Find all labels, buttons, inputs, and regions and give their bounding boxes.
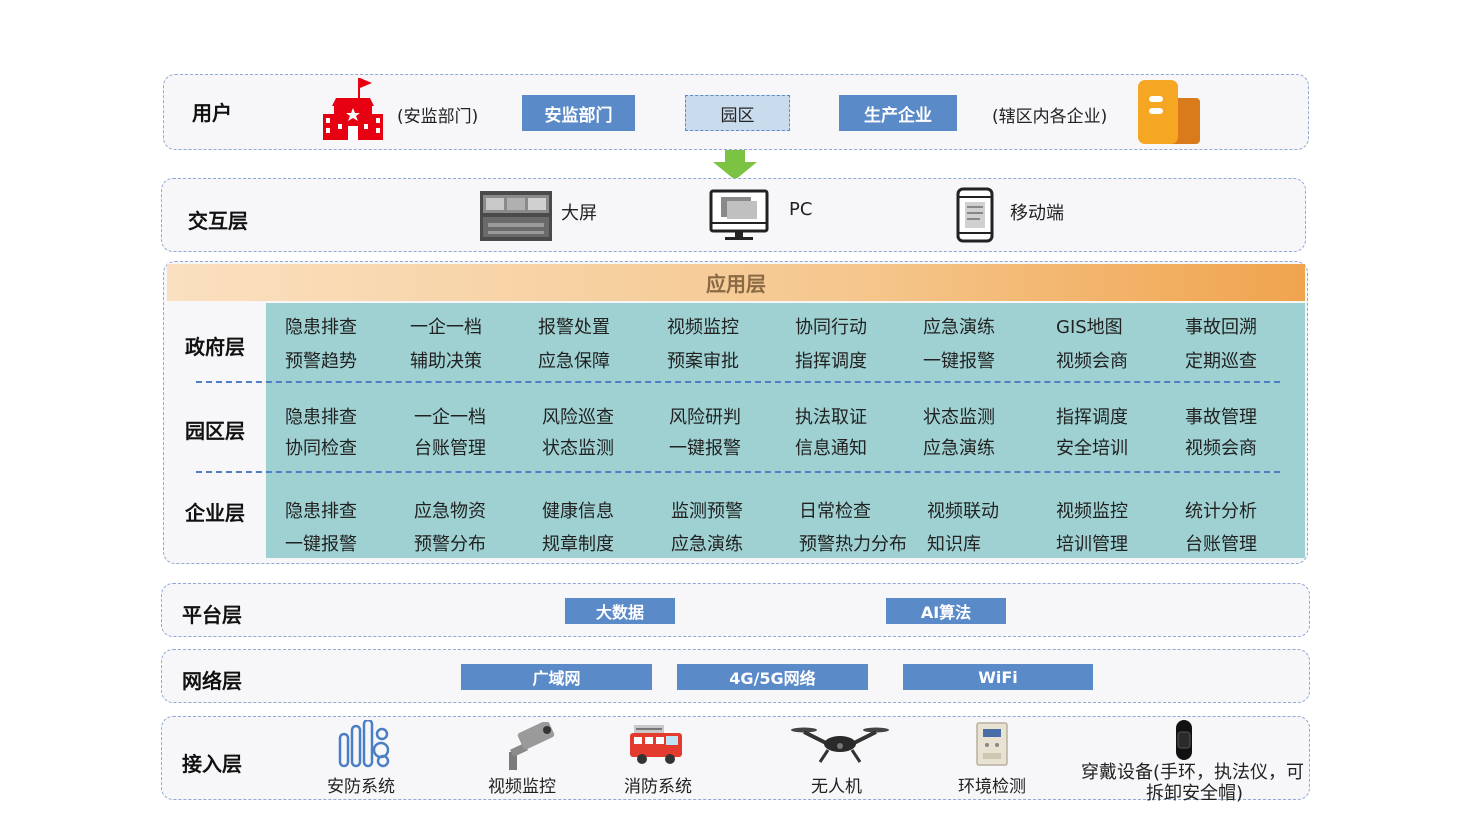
gov-row2-item[interactable]: 预警趋势 <box>285 347 357 373</box>
gov-row2-item[interactable]: 一键报警 <box>923 347 995 373</box>
gov-row1-item[interactable]: GIS地图 <box>1056 313 1123 339</box>
divider-park-enterprise <box>196 471 1280 473</box>
park-row1-item[interactable]: 执法取证 <box>795 403 867 429</box>
gov-row1-item[interactable]: 应急演练 <box>923 313 995 339</box>
park-row2-item[interactable]: 视频会商 <box>1185 434 1257 460</box>
gov-row2-item[interactable]: 应急保障 <box>538 347 610 373</box>
gov-row1-item[interactable]: 视频监控 <box>667 313 739 339</box>
gov-layer-title: 政府层 <box>185 335 245 359</box>
park-row2-item[interactable]: 状态监测 <box>542 434 614 460</box>
park-row1-item[interactable]: 风险研判 <box>669 403 741 429</box>
platform-panel <box>161 583 1310 637</box>
enterprise-row1-item[interactable]: 健康信息 <box>542 497 614 523</box>
production-enterprise-button[interactable]: 生产企业 <box>839 95 957 131</box>
park-row1-item[interactable]: 风险巡查 <box>542 403 614 429</box>
gov-row1-item[interactable]: 协同行动 <box>795 313 867 339</box>
big-data-button[interactable]: 大数据 <box>565 598 675 624</box>
gov-row2-item[interactable]: 辅助决策 <box>410 347 482 373</box>
park-row2-item[interactable]: 信息通知 <box>795 434 867 460</box>
interaction-item-big-screen: 大屏 <box>561 203 597 224</box>
access-wearable-line2: 拆卸安全帽) <box>1146 783 1244 804</box>
park-row1-item[interactable]: 事故管理 <box>1185 403 1257 429</box>
gov-row2-item[interactable]: 预案审批 <box>667 347 739 373</box>
application-header: 应用层 <box>167 264 1305 301</box>
enterprise-row2-item[interactable]: 知识库 <box>927 530 981 556</box>
gov-row1-item[interactable]: 隐患排查 <box>285 313 357 339</box>
government-building-icon <box>323 78 383 140</box>
enterprise-row2-item[interactable]: 预警分布 <box>414 530 486 556</box>
interaction-title: 交互层 <box>188 209 248 233</box>
enterprise-row1-item[interactable]: 监测预警 <box>671 497 743 523</box>
mobile-phone-icon <box>956 187 994 243</box>
users-title: 用户 <box>192 101 232 125</box>
wan-button[interactable]: 广域网 <box>461 664 652 690</box>
interaction-item-pc: PC <box>789 199 813 220</box>
ai-algorithm-button[interactable]: AI算法 <box>886 598 1006 624</box>
enterprise-row2-item[interactable]: 一键报警 <box>285 530 357 556</box>
enterprise-row1-item[interactable]: 统计分析 <box>1185 497 1257 523</box>
down-arrow-icon <box>713 150 757 180</box>
drone-icon <box>791 727 889 763</box>
gov-row2-item[interactable]: 视频会商 <box>1056 347 1128 373</box>
park-row1-item[interactable]: 隐患排查 <box>285 403 357 429</box>
gov-row1-item[interactable]: 一企一档 <box>410 313 482 339</box>
4g-5g-button[interactable]: 4G/5G网络 <box>677 664 868 690</box>
gov-row2-item[interactable]: 指挥调度 <box>795 347 867 373</box>
cctv-camera-icon <box>509 722 555 770</box>
wristband-icon <box>1176 720 1192 760</box>
pc-monitor-icon <box>709 189 769 240</box>
security-system-icon <box>338 720 390 768</box>
interaction-item-mobile: 移动端 <box>1010 203 1064 224</box>
park-row2-item[interactable]: 协同检查 <box>285 434 357 460</box>
access-item-security: 安防系统 <box>327 777 395 797</box>
enterprise-row1-item[interactable]: 视频联动 <box>927 497 999 523</box>
gov-row1-item[interactable]: 事故回溯 <box>1185 313 1257 339</box>
divider-gov-park <box>196 381 1280 383</box>
enterprise-layer-title: 企业层 <box>185 501 245 525</box>
park-row2-item[interactable]: 安全培训 <box>1056 434 1128 460</box>
access-item-video: 视频监控 <box>488 777 556 797</box>
safety-dept-button[interactable]: 安监部门 <box>522 95 635 131</box>
users-right-note: (辖区内各企业) <box>992 107 1108 127</box>
gov-row1-item[interactable]: 报警处置 <box>538 313 610 339</box>
gov-row2-item[interactable]: 定期巡查 <box>1185 347 1257 373</box>
big-screen-icon <box>480 191 552 241</box>
enterprise-row2-item[interactable]: 预警热力分布 <box>799 530 907 556</box>
enterprise-row2-item[interactable]: 规章制度 <box>542 530 614 556</box>
platform-title: 平台层 <box>182 603 242 627</box>
park-button[interactable]: 园区 <box>685 95 790 131</box>
park-row2-item[interactable]: 应急演练 <box>923 434 995 460</box>
park-row2-item[interactable]: 一键报警 <box>669 434 741 460</box>
park-row2-item[interactable]: 台账管理 <box>414 434 486 460</box>
enterprise-building-icon <box>1138 80 1200 144</box>
enterprise-row2-item[interactable]: 培训管理 <box>1056 530 1128 556</box>
park-row1-item[interactable]: 状态监测 <box>923 403 995 429</box>
access-item-environment: 环境检测 <box>958 777 1026 797</box>
park-row1-item[interactable]: 一企一档 <box>414 403 486 429</box>
enterprise-row1-item[interactable]: 日常检查 <box>799 497 871 523</box>
enterprise-row1-item[interactable]: 应急物资 <box>414 497 486 523</box>
access-title: 接入层 <box>182 752 242 776</box>
park-layer-title: 园区层 <box>185 419 245 443</box>
environment-monitor-icon <box>976 722 1008 766</box>
users-left-note: (安监部门) <box>397 107 479 127</box>
access-item-drone: 无人机 <box>811 777 862 797</box>
enterprise-row1-item[interactable]: 隐患排查 <box>285 497 357 523</box>
enterprise-row2-item[interactable]: 台账管理 <box>1185 530 1257 556</box>
enterprise-row2-item[interactable]: 应急演练 <box>671 530 743 556</box>
enterprise-row1-item[interactable]: 视频监控 <box>1056 497 1128 523</box>
access-item-fire: 消防系统 <box>624 777 692 797</box>
application-title: 应用层 <box>706 272 766 296</box>
wifi-button[interactable]: WiFi <box>903 664 1093 690</box>
fire-truck-icon <box>630 725 682 764</box>
park-row1-item[interactable]: 指挥调度 <box>1056 403 1128 429</box>
network-title: 网络层 <box>182 669 242 693</box>
